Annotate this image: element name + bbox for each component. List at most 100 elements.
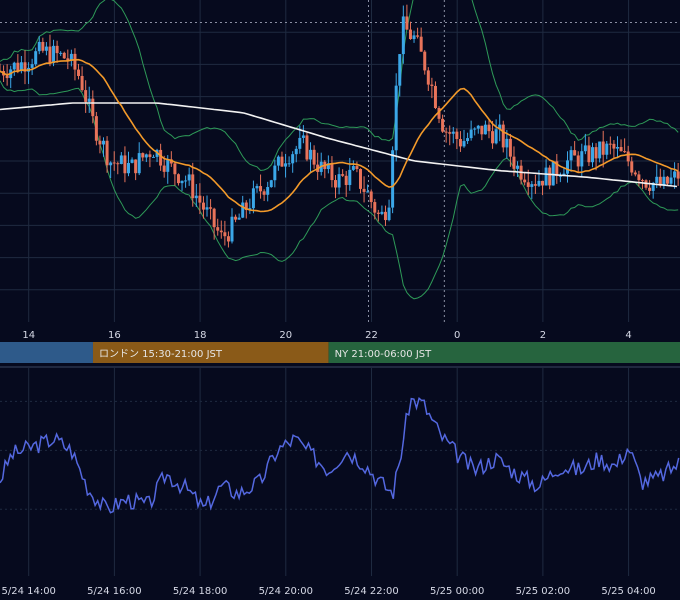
candle-body [77, 69, 81, 76]
candle-body [444, 131, 448, 133]
candle-body [533, 184, 537, 186]
candle-body [480, 125, 484, 135]
time-axis-strip [0, 322, 680, 342]
candle-body [640, 180, 644, 182]
candle-body [341, 174, 345, 176]
candle-body [87, 98, 91, 102]
candle-body [408, 29, 412, 40]
candle-body [630, 161, 634, 173]
candle-body [141, 153, 145, 158]
candle-body [376, 212, 380, 214]
candle-body [405, 16, 409, 30]
candle-body [676, 171, 680, 179]
candle-body [223, 232, 227, 237]
candle-body [466, 138, 470, 142]
candle-body [366, 191, 370, 193]
time-tick-label: 18 [194, 330, 207, 341]
candle-body [358, 168, 362, 189]
candle-body [391, 150, 395, 208]
candle-body [312, 149, 316, 165]
candle-body [301, 135, 305, 138]
candle-body [59, 52, 63, 54]
candle-body [580, 151, 584, 167]
time-tick-label: 16 [108, 330, 121, 341]
candle-body [351, 166, 355, 170]
candle-body [583, 145, 587, 152]
candle-body [373, 202, 377, 213]
candle-body [330, 163, 334, 181]
candle-body [34, 51, 38, 65]
candle-body [512, 156, 516, 169]
candle-body [148, 154, 152, 157]
candle-body [334, 180, 338, 188]
candle-body [355, 166, 359, 169]
candle-body [191, 174, 195, 199]
candle-body [491, 131, 495, 144]
time-tick-label: 20 [279, 330, 292, 341]
candle-body [655, 176, 659, 183]
candle-body [273, 165, 277, 181]
candle-body [230, 216, 234, 242]
candle-body [605, 143, 609, 155]
candle-body [162, 165, 166, 172]
candle-body [262, 191, 266, 195]
candle-body [458, 139, 462, 147]
candle-body [394, 85, 398, 151]
candle-body [255, 186, 259, 189]
candle-body [259, 186, 263, 192]
candle-body [541, 180, 545, 186]
candle-body [309, 149, 313, 160]
time-tick-label: 14 [22, 330, 35, 341]
candle-body [673, 171, 677, 178]
candle-body [537, 180, 541, 186]
candle-body [126, 162, 130, 174]
session-bar: ロンドン 15:30-21:00 JST NY 21:00-06:00 JST [0, 342, 680, 363]
candle-body [462, 141, 466, 147]
candle-body [212, 208, 216, 228]
candle-body [665, 176, 669, 184]
fx-chart: 14 16 18 20 22 0 2 4 ロンドン 15:30-21:00 JST NY 21:… [0, 0, 680, 600]
candle-body [84, 90, 88, 102]
candle-body [623, 151, 627, 153]
time-tick-label: 22 [365, 330, 378, 341]
candle-body [344, 175, 348, 186]
candle-body [494, 129, 498, 144]
osc-time-tick-label: 5/25 00:00 [430, 586, 484, 597]
candle-body [109, 162, 113, 166]
osc-time-tick-label: 5/24 18:00 [173, 586, 227, 597]
candle-body [433, 85, 437, 109]
candle-body [566, 160, 570, 174]
candle-body [508, 138, 512, 157]
candle-body [219, 230, 223, 233]
candle-body [576, 155, 580, 167]
candle-body [137, 153, 141, 174]
candle-body [287, 163, 291, 165]
candle-body [280, 156, 284, 167]
candle-body [633, 172, 637, 175]
candle-body [530, 184, 534, 187]
candle-body [594, 147, 598, 159]
candle-body [116, 163, 120, 165]
candle-body [119, 155, 123, 165]
candle-body [637, 174, 641, 181]
candle-body [573, 150, 577, 156]
session-label-1: ロンドン 15:30-21:00 JST [99, 349, 223, 360]
candle-body [216, 227, 220, 231]
osc-time-tick-label: 5/24 16:00 [87, 586, 141, 597]
candle-body [423, 51, 427, 71]
candle-body [201, 202, 205, 210]
candle-body [73, 53, 77, 70]
osc-time-tick-label: 5/24 22:00 [344, 586, 398, 597]
candle-body [448, 132, 452, 134]
candle-body [269, 180, 273, 188]
candle-body [426, 70, 430, 85]
candle-body [476, 125, 480, 129]
candle-body [55, 45, 59, 54]
candle-body [387, 207, 391, 221]
candle-body [587, 145, 591, 163]
candle-body [441, 118, 445, 132]
session-label-2: NY 21:00-06:00 JST [335, 349, 432, 360]
candle-body [298, 137, 302, 149]
chart-background [0, 0, 680, 600]
osc-time-tick-label: 5/25 04:00 [601, 586, 655, 597]
